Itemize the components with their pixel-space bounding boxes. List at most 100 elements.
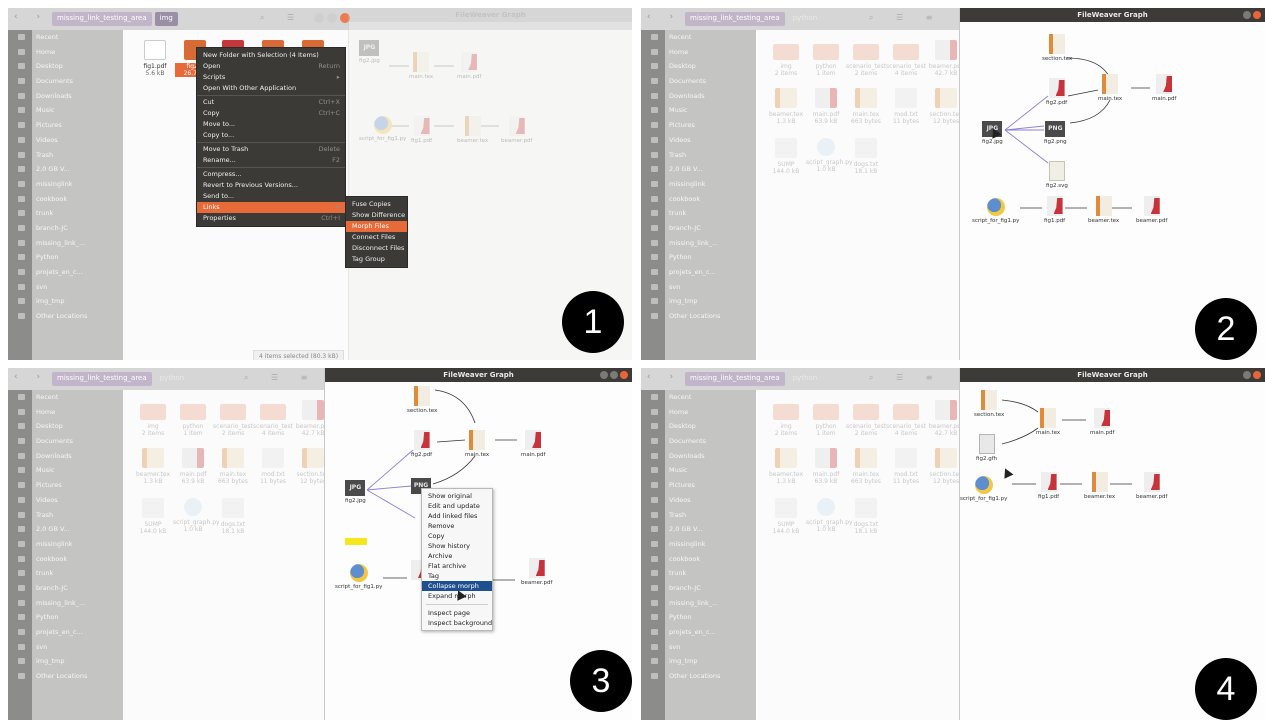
sidebar-item[interactable]: Downloads xyxy=(641,449,756,464)
sidebar-item[interactable]: missing_link_... xyxy=(641,596,756,611)
sidebar-item[interactable]: branch-JC xyxy=(8,221,123,236)
context-menu-item[interactable]: Open Return xyxy=(197,61,345,72)
sidebar-item[interactable]: branch-JC xyxy=(641,221,756,236)
sidebar-item[interactable]: Music xyxy=(8,463,123,478)
sidebar-item[interactable]: Documents xyxy=(641,434,756,449)
sidebar-item[interactable]: Other Locations xyxy=(641,669,756,684)
sidebar-item[interactable]: Music xyxy=(641,103,756,118)
file-item[interactable]: script_graph.py 1.0 kB xyxy=(806,138,853,173)
sidebar-item[interactable]: Videos xyxy=(641,133,756,148)
sidebar-item[interactable]: img_tmp xyxy=(641,294,756,309)
file-item[interactable]: SUMP 144.0 kB xyxy=(133,498,173,535)
sidebar-item[interactable]: missing_link_... xyxy=(8,236,123,251)
sidebar-item[interactable]: branch-JC xyxy=(8,581,123,596)
file-item[interactable]: mod.txt 11 bytes xyxy=(886,448,926,485)
sidebar-item[interactable]: img_tmp xyxy=(641,654,756,669)
links-submenu-item[interactable]: Show Difference xyxy=(346,210,407,221)
file-item[interactable]: mod.txt 11 bytes xyxy=(886,88,926,125)
graph-node[interactable]: JPG fig2.jpg xyxy=(359,40,380,64)
sidebar-item[interactable]: missinglink xyxy=(641,537,756,552)
sidebar-item[interactable]: img_tmp xyxy=(8,294,123,309)
graph-node[interactable]: beamer.pdf xyxy=(501,116,532,144)
sidebar-item[interactable]: svn xyxy=(8,640,123,655)
graph-node[interactable]: main.tex xyxy=(409,52,433,80)
context-menu-item[interactable]: Copy Ctrl+C xyxy=(197,108,345,119)
file-item[interactable]: scenario_test 4 items xyxy=(886,40,926,77)
graph-node-fig1-pdf[interactable]: fig1.pdf xyxy=(1038,472,1059,500)
graph-node-fig2-pdf[interactable]: fig2.pdf xyxy=(1046,78,1067,106)
sidebar-item[interactable]: Music xyxy=(8,103,123,118)
file-item[interactable]: scenario_test 2 items xyxy=(846,400,886,437)
sidebar-item[interactable]: trunk xyxy=(8,566,123,581)
sidebar-item[interactable]: 2,0 GB V... xyxy=(641,522,756,537)
file-item[interactable]: SUMP 144.0 kB xyxy=(766,138,806,175)
sidebar-item[interactable]: Pictures xyxy=(641,478,756,493)
sidebar-item[interactable]: Documents xyxy=(641,74,756,89)
sidebar-item[interactable]: Home xyxy=(641,405,756,420)
nav-arrows-icon[interactable]: ‹ › xyxy=(14,12,48,22)
context-menu-item[interactable]: Cut Ctrl+X xyxy=(197,97,345,108)
file-item[interactable]: beamer.tex 1.3 kB xyxy=(766,88,806,125)
sidebar-item[interactable]: Pictures xyxy=(8,118,123,133)
sidebar-item[interactable]: Desktop xyxy=(8,419,123,434)
path-crumb-current[interactable]: python xyxy=(788,12,823,26)
graph-node-fig1-pdf[interactable]: fig1.pdf xyxy=(1044,196,1065,224)
context-menu-item[interactable]: Copy to... xyxy=(197,130,345,141)
file-item[interactable]: scenario_test 2 items xyxy=(213,400,253,437)
sidebar-item[interactable]: projets_en_c... xyxy=(641,265,756,280)
graph-node-main-pdf[interactable]: main.pdf xyxy=(521,430,545,458)
sidebar-item[interactable]: Desktop xyxy=(8,59,123,74)
sidebar-item[interactable]: trunk xyxy=(641,566,756,581)
context-menu-item[interactable]: Revert to Previous Versions... xyxy=(197,180,345,191)
sidebar-item[interactable]: projets_en_c... xyxy=(8,265,123,280)
links-submenu-item[interactable]: Connect Files xyxy=(346,232,407,243)
sidebar-item[interactable]: trunk xyxy=(8,206,123,221)
path-crumb[interactable]: missing_link_testing_area xyxy=(52,12,152,26)
sidebar-item[interactable]: missinglink xyxy=(641,177,756,192)
sidebar-item[interactable]: branch-JC xyxy=(641,581,756,596)
file-item[interactable]: script_graph.py 1.0 kB xyxy=(173,498,220,533)
sidebar-item[interactable]: projets_en_c... xyxy=(8,625,123,640)
graph-node[interactable]: main.pdf xyxy=(457,52,481,80)
context-menu-item[interactable]: Rename... F2 xyxy=(197,155,345,166)
graph-node-fig2-png[interactable]: PNG fig2.png xyxy=(1044,121,1067,145)
file-item[interactable]: main.tex 663 bytes xyxy=(846,88,886,125)
graph-node-main-tex[interactable]: main.tex xyxy=(1036,408,1060,436)
sidebar-item[interactable]: Python xyxy=(641,610,756,625)
file-item[interactable]: script_graph.py 1.0 kB xyxy=(806,498,853,533)
sidebar-item[interactable]: Recent xyxy=(641,390,756,405)
file-item[interactable]: python 1 item xyxy=(173,400,213,437)
graph-node[interactable]: beamer.tex xyxy=(457,116,488,144)
sidebar-item[interactable]: img_tmp xyxy=(8,654,123,669)
context-menu-item[interactable]: Properties Ctrl+I xyxy=(197,213,345,224)
sidebar-item[interactable]: svn xyxy=(641,640,756,655)
toolbar-icons[interactable]: ⌕ ☰ ≡ xyxy=(869,13,942,23)
graph-node-fig2-svg[interactable]: fig2.svg xyxy=(1046,161,1068,189)
sidebar-item[interactable]: Recent xyxy=(641,30,756,45)
file-item[interactable]: img 2 items xyxy=(766,40,806,77)
sidebar-item[interactable]: Downloads xyxy=(8,89,123,104)
sidebar-item[interactable]: missinglink xyxy=(8,177,123,192)
graph-node-section-tex[interactable]: section.tex xyxy=(407,386,437,414)
context-menu-item[interactable]: Open With Other Application xyxy=(197,83,345,94)
graph-node-script[interactable]: script_for_fig1.py xyxy=(960,476,1007,502)
file-item[interactable]: main.pdf 63.9 kB xyxy=(806,448,846,485)
file-item[interactable]: scenario_test 4 items xyxy=(253,400,293,437)
graph-menu-item[interactable]: Show history xyxy=(422,541,492,551)
sidebar-item[interactable]: Other Locations xyxy=(8,309,123,324)
file-item[interactable]: dogs.txt 18.1 kB xyxy=(846,138,886,175)
links-submenu-item[interactable]: Morph Files xyxy=(346,221,407,232)
file-item[interactable]: fig1.pdf 5.6 kB xyxy=(135,40,175,77)
file-item[interactable]: scenario_test 2 items xyxy=(846,40,886,77)
path-crumb[interactable]: missing_link_testing_area xyxy=(685,372,785,386)
graph-node-beamer-tex[interactable]: beamer.tex xyxy=(1084,472,1115,500)
nav-arrows-icon[interactable]: ‹ › xyxy=(14,372,48,382)
graph-node-fig2-jpg[interactable]: JPG fig2.jpg xyxy=(345,480,366,504)
sidebar-item[interactable]: cookbook xyxy=(641,552,756,567)
sidebar-item[interactable]: Home xyxy=(8,45,123,60)
graph-node-section-tex[interactable]: section.tex xyxy=(1042,34,1072,62)
graph-node[interactable]: script_for_fig1.py xyxy=(359,116,406,142)
graph-menu-item[interactable]: Inspect background xyxy=(422,618,492,628)
file-item[interactable]: img 2 items xyxy=(133,400,173,437)
path-crumb-current[interactable]: python xyxy=(155,372,190,386)
